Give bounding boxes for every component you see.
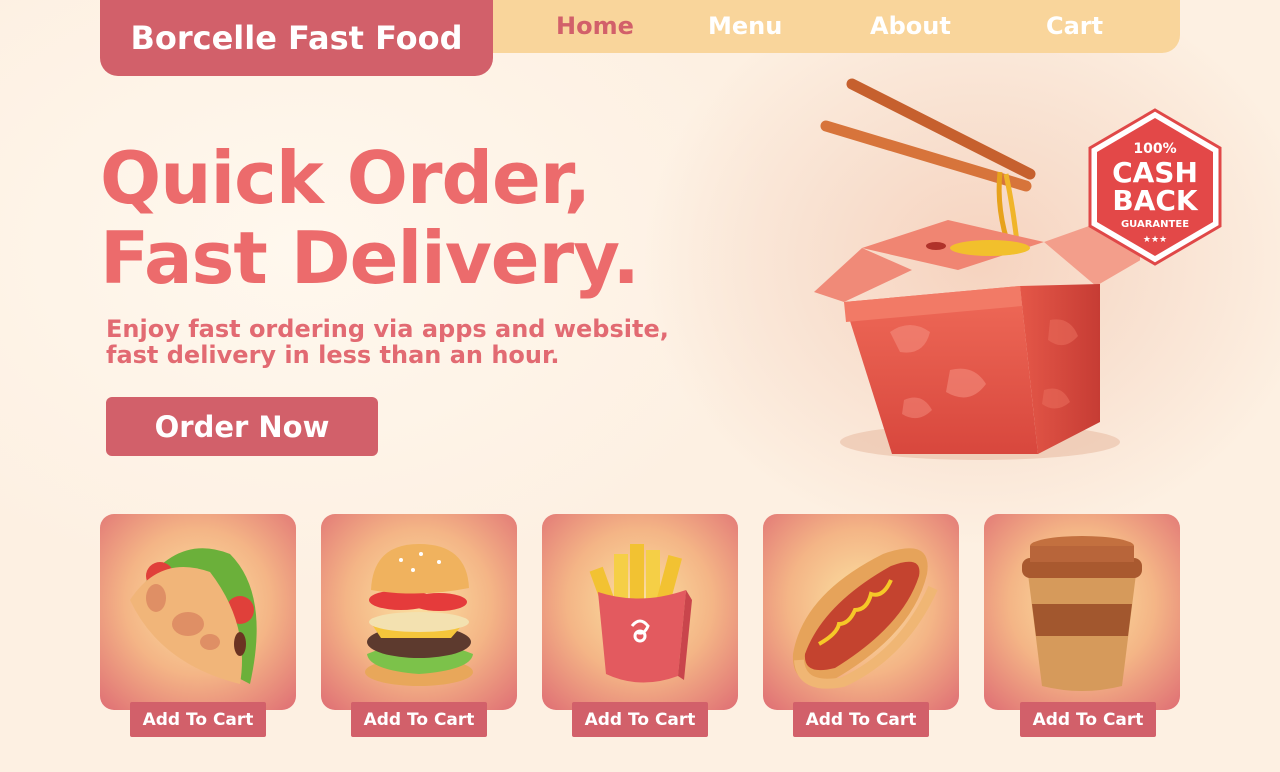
badge-text-3: BACK [1112, 184, 1199, 217]
coffee-cup-icon [1022, 536, 1142, 691]
hero-title-line-1: Quick Order, [100, 136, 591, 220]
hero-subtitle-line-2: fast delivery in less than an hour. [106, 341, 560, 369]
burger-icon [365, 544, 473, 686]
badge-text-4: GUARANTEE [1121, 219, 1189, 230]
add-to-cart-button-fries[interactable]: Add To Cart [572, 702, 708, 737]
add-to-cart-button-hotdog[interactable]: Add To Cart [793, 702, 929, 737]
add-to-cart-button-coffee[interactable]: Add To Cart [1020, 702, 1156, 737]
nav-item-cart[interactable]: Cart [1046, 0, 1103, 53]
hero-title: Quick Order, Fast Delivery. [100, 136, 640, 300]
product-card-burger[interactable] [321, 514, 517, 710]
top-nav: Home Menu About Cart [470, 0, 1180, 53]
cashback-badge-icon: 100% CASH BACK GUARANTEE ★★★ [1088, 108, 1222, 266]
nav-item-menu[interactable]: Menu [708, 0, 782, 53]
hero-title-line-2: Fast Delivery. [100, 216, 640, 300]
product-card-hotdog[interactable] [763, 514, 959, 710]
nav-item-about[interactable]: About [870, 0, 951, 53]
taco-icon [130, 548, 257, 684]
fries-icon [589, 544, 692, 683]
hero-subtitle-line-1: Enjoy fast ordering via apps and website… [106, 315, 669, 343]
product-card-coffee[interactable] [984, 514, 1180, 710]
brand-name: Borcelle Fast Food [130, 19, 463, 57]
product-card-taco[interactable] [100, 514, 296, 710]
badge-text-1: 100% [1133, 141, 1176, 157]
order-now-button[interactable]: Order Now [106, 397, 378, 456]
product-card-fries[interactable] [542, 514, 738, 710]
add-to-cart-button-taco[interactable]: Add To Cart [130, 702, 266, 737]
badge-stars: ★★★ [1143, 235, 1167, 245]
brand-logo[interactable]: Borcelle Fast Food [100, 0, 493, 76]
add-to-cart-button-burger[interactable]: Add To Cart [351, 702, 487, 737]
nav-item-home[interactable]: Home [556, 0, 634, 53]
hotdog-icon [792, 548, 938, 689]
hero-subtitle: Enjoy fast ordering via apps and website… [106, 316, 669, 368]
